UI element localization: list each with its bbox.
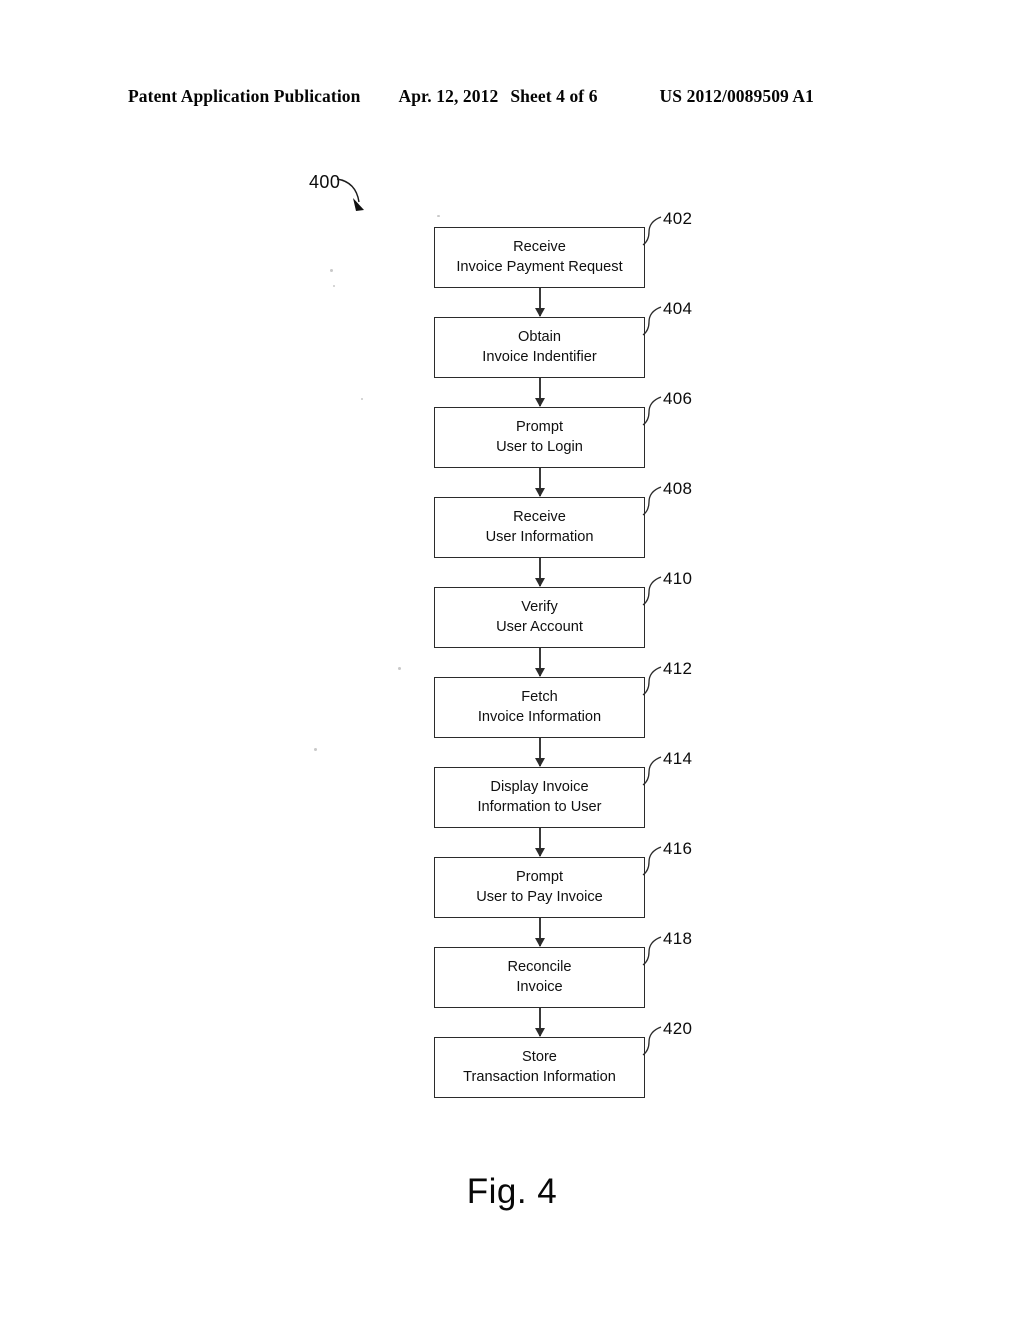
flow-step-410-line2: User Account [496, 618, 583, 635]
flow-step-412: Fetch Invoice Information [434, 677, 645, 738]
flow-step-414: Display Invoice Information to User [434, 767, 645, 828]
flow-connector-406-to-408 [539, 468, 541, 496]
flow-step-412-line2: Invoice Information [477, 708, 602, 725]
flow-connector-418-to-420 [539, 1008, 541, 1036]
flow-step-406: Prompt User to Login [434, 407, 645, 468]
flow-connector-412-to-414 [539, 738, 541, 766]
flow-connector-404-to-406 [539, 378, 541, 406]
flow-connector-408-to-410 [539, 558, 541, 586]
scan-speckle [314, 748, 317, 751]
flow-step-420-line1: Store [522, 1049, 557, 1066]
reference-numeral-404: 404 [663, 299, 693, 318]
flow-step-420-line2: Transaction Information [463, 1068, 616, 1085]
flow-step-416-line1: Prompt [515, 869, 564, 886]
reference-numeral-406: 406 [663, 389, 693, 408]
flowchart-figure: 400 Receive Invoice Payment Request 402 Obt… [0, 0, 1024, 1320]
flow-step-412-line1: Fetch [521, 689, 558, 706]
flow-step-406-line1: Prompt [515, 419, 564, 436]
reference-numeral-420: 420 [663, 1019, 693, 1038]
flow-connector-416-to-418 [539, 918, 541, 946]
flow-step-402-line1: Receive [513, 239, 566, 256]
scan-speckle [333, 285, 335, 287]
flow-step-408-line1: Receive [513, 509, 566, 526]
flow-step-418: Reconcile Invoice [434, 947, 645, 1008]
reference-numeral-402: 402 [663, 209, 693, 228]
flow-step-420: Store Transaction Information [434, 1037, 645, 1098]
flow-connector-402-to-404 [539, 288, 541, 316]
reference-numeral-414: 414 [663, 749, 693, 768]
diagram-reference-400-leader [336, 178, 364, 211]
scan-speckle [437, 215, 440, 217]
flow-step-416-line2: User to Pay Invoice [476, 888, 603, 905]
flow-step-418-line2: Invoice [516, 978, 563, 995]
flow-step-404: Obtain Invoice Indentifier [434, 317, 645, 378]
flow-connector-410-to-412 [539, 648, 541, 676]
flow-step-414-line1: Display Invoice [490, 779, 589, 796]
flow-step-408: Receive User Information [434, 497, 645, 558]
reference-numeral-408: 408 [663, 479, 693, 498]
reference-numeral-410: 410 [663, 569, 693, 588]
flow-connector-414-to-416 [539, 828, 541, 856]
flow-step-410-line1: Verify [521, 599, 558, 616]
flow-step-414-line2: Information to User [477, 798, 602, 815]
reference-numeral-418: 418 [663, 929, 693, 948]
flow-step-418-line1: Reconcile [507, 959, 572, 976]
flow-step-402-line2: Invoice Payment Request [456, 258, 623, 275]
figure-caption: Fig. 4 [466, 1172, 558, 1211]
flow-step-416: Prompt User to Pay Invoice [434, 857, 645, 918]
flow-step-404-line2: Invoice Indentifier [482, 348, 597, 365]
flow-step-406-line2: User to Login [496, 438, 583, 455]
reference-numeral-416: 416 [663, 839, 693, 858]
flow-step-410: Verify User Account [434, 587, 645, 648]
scan-speckle [398, 667, 401, 670]
flow-step-402: Receive Invoice Payment Request [434, 227, 645, 288]
scan-speckle [330, 269, 333, 272]
flow-step-408-line2: User Information [485, 528, 594, 545]
scan-speckle [361, 398, 363, 400]
flow-step-404-line1: Obtain [518, 329, 561, 346]
reference-numeral-412: 412 [663, 659, 693, 678]
